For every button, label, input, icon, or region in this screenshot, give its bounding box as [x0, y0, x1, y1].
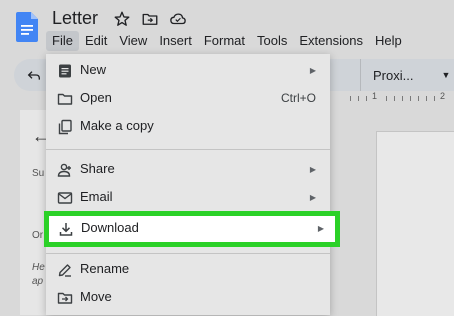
file-menu-item-download[interactable]: Download ▶	[44, 211, 340, 247]
ruler-tick	[426, 96, 427, 101]
submenu-arrow-icon: ▶	[317, 224, 324, 233]
move-folder-icon	[57, 292, 73, 304]
menu-item-label: Open	[80, 90, 112, 105]
file-menu-item-share[interactable]: Share ▶	[46, 157, 330, 183]
menu-tools[interactable]: Tools	[251, 31, 293, 51]
file-menu-item-rename[interactable]: Rename	[46, 257, 330, 283]
ruler-tick	[402, 96, 403, 101]
ruler-tick	[410, 96, 411, 101]
menu-item-label: New	[80, 62, 107, 77]
undo-icon[interactable]	[26, 67, 42, 83]
ruler-tick	[366, 96, 367, 101]
share-person-icon	[57, 163, 71, 177]
new-document-icon	[59, 64, 71, 78]
file-menu-dropdown: New ▶ Open Ctrl+O Make a copy Share ▶ Em…	[44, 54, 340, 315]
document-page[interactable]	[376, 131, 454, 316]
menu-item-label: Make a copy	[80, 118, 154, 133]
menu-extensions[interactable]: Extensions	[293, 31, 369, 51]
file-menu-item-new[interactable]: New ▶	[46, 58, 330, 84]
menu-item-label: Email	[80, 189, 113, 204]
ruler-tick	[358, 96, 359, 101]
copy-icon	[58, 119, 72, 135]
menu-help[interactable]: Help	[369, 31, 408, 51]
submenu-arrow-icon: ▶	[309, 193, 316, 202]
outline-fragment: Su	[32, 168, 45, 179]
rename-icon	[58, 264, 71, 277]
email-icon	[57, 192, 73, 204]
menu-item-label: Rename	[80, 261, 130, 276]
file-menu-item-make-a-copy[interactable]: Make a copy	[46, 114, 330, 140]
ruler-label: 2	[440, 91, 446, 101]
outline-fragment: He	[32, 262, 45, 273]
file-menu-item-email[interactable]: Email ▶	[46, 185, 330, 211]
menu-insert[interactable]: Insert	[153, 31, 198, 51]
cloud-status-icon[interactable]	[169, 10, 187, 28]
star-icon[interactable]	[113, 10, 131, 28]
menu-file[interactable]: File	[46, 31, 79, 51]
docs-logo-icon[interactable]	[16, 12, 38, 42]
outline-fragment: Or	[32, 230, 44, 241]
file-menu-item-open[interactable]: Open Ctrl+O	[46, 86, 330, 112]
menu-item-label: Share	[80, 161, 115, 176]
move-to-folder-icon[interactable]	[141, 10, 159, 28]
chevron-down-icon: ▼	[441, 70, 451, 80]
ruler-tick	[350, 96, 351, 101]
ruler-tick	[394, 96, 395, 101]
folder-icon	[57, 93, 73, 105]
menu-format[interactable]: Format	[198, 31, 251, 51]
ruler-tick	[434, 96, 435, 101]
menu-divider	[46, 253, 330, 254]
menu-item-label: Move	[80, 289, 112, 304]
submenu-arrow-icon: ▶	[309, 165, 316, 174]
document-title[interactable]: Letter	[52, 8, 98, 29]
ruler-tick	[418, 96, 419, 101]
submenu-arrow-icon: ▶	[309, 66, 316, 75]
ruler: 1 2	[340, 91, 454, 106]
menu-view[interactable]: View	[113, 31, 153, 51]
menubar: File Edit View Insert Format Tools Exten…	[46, 31, 408, 51]
menu-edit[interactable]: Edit	[79, 31, 113, 51]
keyboard-shortcut: Ctrl+O	[280, 91, 316, 105]
ruler-label: 1	[372, 91, 378, 101]
file-menu-item-move[interactable]: Move	[46, 285, 330, 311]
font-family-select[interactable]: Proxi... ▼	[360, 59, 450, 91]
ruler-tick	[386, 96, 387, 101]
app-header: Letter File Edit View Insert Format Tool…	[0, 0, 454, 55]
outline-fragment: ap	[32, 276, 44, 287]
menu-divider	[46, 149, 330, 150]
download-icon	[59, 223, 73, 236]
document-outline-panel: ← Su Or He ap	[20, 110, 50, 315]
menu-item-label: Download	[81, 220, 139, 235]
font-family-value: Proxi...	[373, 67, 414, 83]
